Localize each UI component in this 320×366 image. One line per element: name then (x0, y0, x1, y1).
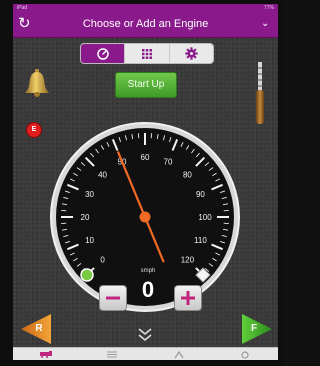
speedometer-tick-label: 40 (98, 171, 107, 180)
speedometer-tick-label: 60 (141, 153, 150, 162)
reverse-button[interactable]: R (19, 312, 53, 346)
bottom-tab-settings[interactable] (212, 348, 278, 360)
speedometer-tick-label: 110 (194, 236, 207, 245)
device-frame: iPad 77% ↻ Choose or Add an Engine ⌄ Sta… (0, 0, 283, 366)
switch-icon (174, 350, 184, 358)
needle-hub (139, 211, 151, 223)
settings-icon (241, 350, 249, 359)
increase-speed-button[interactable] (174, 285, 202, 311)
forward-button[interactable]: F (240, 312, 274, 346)
app-screen: iPad 77% ↻ Choose or Add an Engine ⌄ Sta… (13, 4, 278, 360)
speed-readout: 0 (141, 277, 155, 302)
speedometer-tick-label: 80 (183, 171, 192, 180)
speedometer-tick-label: 120 (181, 255, 195, 264)
double-chevron-down-icon[interactable] (133, 326, 157, 344)
bottom-tab-train[interactable] (13, 348, 79, 360)
speedometer-tick-label: 20 (81, 213, 90, 222)
minus-icon (106, 296, 120, 300)
speedometer: 0102030405060708090100110120 (50, 122, 240, 312)
bottom-tab-switch[interactable] (146, 348, 212, 360)
bottom-tab-list[interactable] (79, 348, 145, 360)
forward-label: F (250, 323, 258, 334)
decrease-speed-button[interactable] (99, 285, 127, 311)
speed-unit: smph (140, 268, 156, 274)
train-icon (40, 351, 53, 358)
min-speed-handle[interactable] (80, 268, 94, 282)
reverse-label: R (35, 323, 43, 334)
speedometer-tick-label: 90 (196, 190, 205, 199)
list-icon (107, 351, 118, 358)
speedometer-tick-label: 100 (198, 213, 212, 222)
bottom-tab-bar (13, 347, 278, 360)
speedometer-tick-label: 30 (85, 190, 94, 199)
speedometer-tick-label: 10 (85, 236, 94, 245)
speedometer-tick-label: 0 (100, 255, 105, 264)
speedometer-tick-label: 70 (164, 158, 173, 167)
plus-icon (181, 291, 195, 305)
